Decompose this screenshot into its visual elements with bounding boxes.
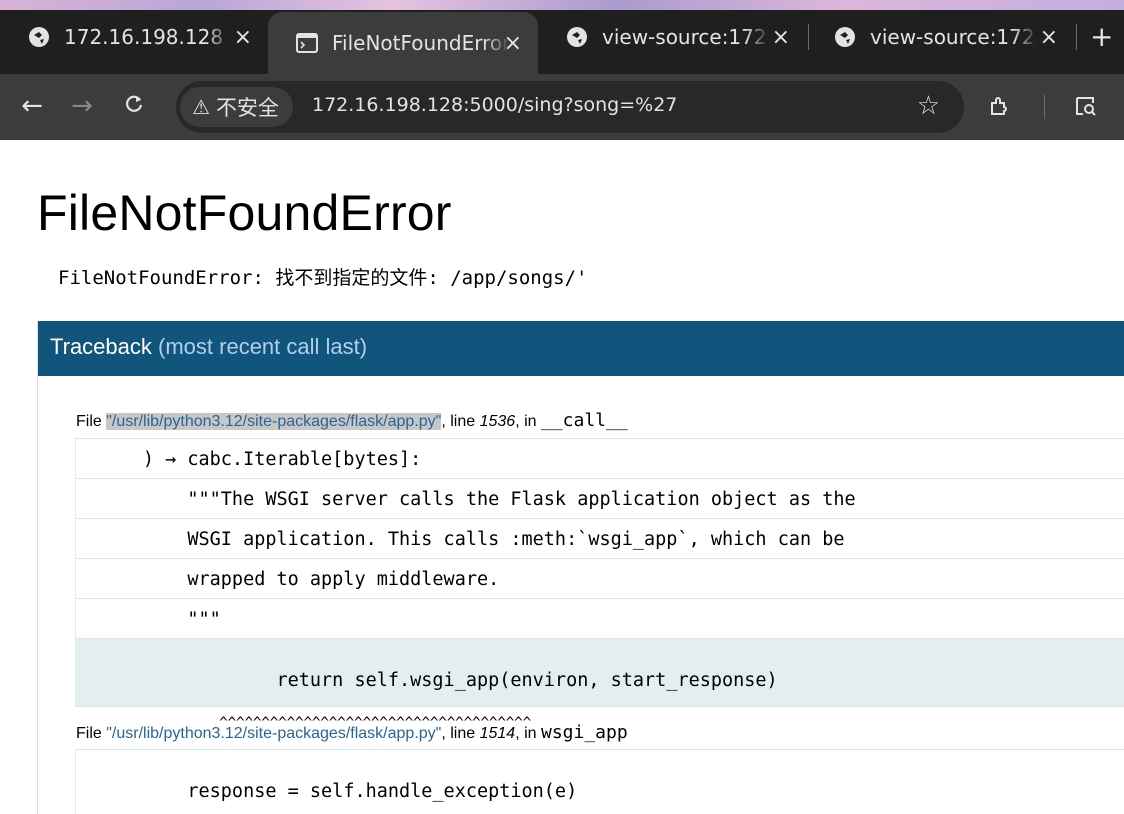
frame-file-prefix: File — [76, 413, 107, 430]
frame-line-number: 1514 — [479, 725, 516, 742]
tab-strip: 172.16.198.128 × FileNotFoundError × vie… — [0, 0, 1124, 74]
current-code-text: response = self.handle_exception(e) — [165, 781, 578, 802]
frame-file-prefix: File — [76, 725, 107, 742]
code-line: ) → cabc.Iterable[bytes]: — [76, 439, 1124, 479]
tab-1-close-icon[interactable]: × — [234, 25, 252, 50]
tab-separator — [1076, 24, 1077, 50]
globe-icon — [566, 26, 588, 48]
frame-line-prefix: , line — [441, 725, 480, 742]
traceback-header: Traceback (most recent call last) — [38, 321, 1124, 376]
bookmark-star-icon[interactable]: ☆ — [917, 91, 940, 121]
page-title: FileNotFoundError — [37, 185, 452, 241]
frame-in-prefix: , in — [515, 413, 541, 430]
arrow-left-icon: ← — [21, 91, 43, 121]
frame-file-path[interactable]: "/usr/lib/python3.12/site-packages/flask… — [106, 413, 442, 430]
frame-line-prefix: , line — [441, 413, 480, 430]
page-search-icon[interactable] — [1070, 90, 1102, 122]
traceback-note: (most recent call last) — [158, 334, 368, 359]
browser-theme-artwork — [0, 0, 1124, 10]
terminal-icon — [296, 32, 318, 54]
error-message: FileNotFoundError: 找不到指定的文件: /app/songs/… — [58, 267, 588, 289]
browser-toolbar: ← → ⚠ 不安全 172.16.198.128:5000/sing?song=… — [0, 74, 1124, 140]
tab-3-label: view-source:172.16.198.128 — [602, 25, 770, 49]
back-button[interactable]: ← — [14, 88, 50, 124]
globe-icon — [28, 26, 50, 48]
frame-function-name: __call__ — [540, 410, 628, 431]
tab-4-label: view-source:172.16.198.128 — [870, 25, 1038, 49]
code-line: """ — [76, 599, 1124, 639]
tab-2-label: FileNotFoundError — [332, 31, 510, 55]
tab-3[interactable]: view-source:172.16.198.128 × — [538, 12, 806, 62]
forward-button[interactable]: → — [64, 88, 100, 124]
address-bar[interactable]: ⚠ 不安全 172.16.198.128:5000/sing?song=%27 … — [176, 81, 964, 133]
url-text[interactable]: 172.16.198.128:5000/sing?song=%27 — [312, 94, 677, 116]
current-code-text: return self.wsgi_app(environ, start_resp… — [165, 670, 778, 691]
security-chip[interactable]: ⚠ 不安全 — [180, 87, 293, 127]
arrow-right-icon: → — [71, 91, 93, 121]
new-tab-button[interactable]: + — [1090, 20, 1113, 53]
tab-1-label: 172.16.198.128 — [64, 25, 224, 49]
tab-1[interactable]: 172.16.198.128 × — [0, 12, 268, 62]
reload-button[interactable] — [116, 88, 152, 124]
code-line: wrapped to apply middleware. — [76, 559, 1124, 599]
frame-line-number: 1536 — [479, 413, 516, 430]
warning-icon: ⚠ — [192, 95, 210, 119]
security-chip-label: 不安全 — [215, 96, 279, 120]
page-content: FileNotFoundError FileNotFoundError: 找不到… — [0, 140, 1124, 814]
frame-in-prefix: , in — [515, 725, 541, 742]
tab-2-close-icon[interactable]: × — [504, 31, 522, 56]
extensions-icon[interactable] — [984, 90, 1016, 122]
frame-function-name: wsgi_app — [540, 722, 628, 743]
current-code-line[interactable]: return self.wsgi_app(environ, start_resp… — [76, 639, 1124, 731]
frame-code-block: response = self.handle_exception(e) ^^^^… — [75, 749, 1124, 814]
code-line: WSGI application. This calls :meth:`wsgi… — [76, 519, 1124, 559]
globe-icon — [834, 26, 856, 48]
frame-file-path[interactable]: "/usr/lib/python3.12/site-packages/flask… — [106, 725, 441, 742]
toolbar-separator — [1044, 95, 1045, 119]
frame-header: File "/usr/lib/python3.12/site-packages/… — [76, 410, 628, 431]
code-line: """The WSGI server calls the Flask appli… — [76, 479, 1124, 519]
frame-code-block: ) → cabc.Iterable[bytes]: """The WSGI se… — [75, 438, 1124, 731]
traceback-panel: Traceback (most recent call last) File "… — [37, 321, 1124, 814]
tab-3-close-icon[interactable]: × — [772, 25, 790, 50]
current-code-line[interactable]: response = self.handle_exception(e) ^^^^… — [76, 750, 1124, 814]
tab-4-close-icon[interactable]: × — [1040, 25, 1058, 50]
tab-4[interactable]: view-source:172.16.198.128 × — [806, 12, 1074, 62]
tab-2-active[interactable]: FileNotFoundError × — [268, 12, 538, 74]
frame-header: File "/usr/lib/python3.12/site-packages/… — [76, 722, 628, 743]
traceback-label: Traceback — [50, 334, 152, 359]
reload-icon — [124, 91, 144, 121]
